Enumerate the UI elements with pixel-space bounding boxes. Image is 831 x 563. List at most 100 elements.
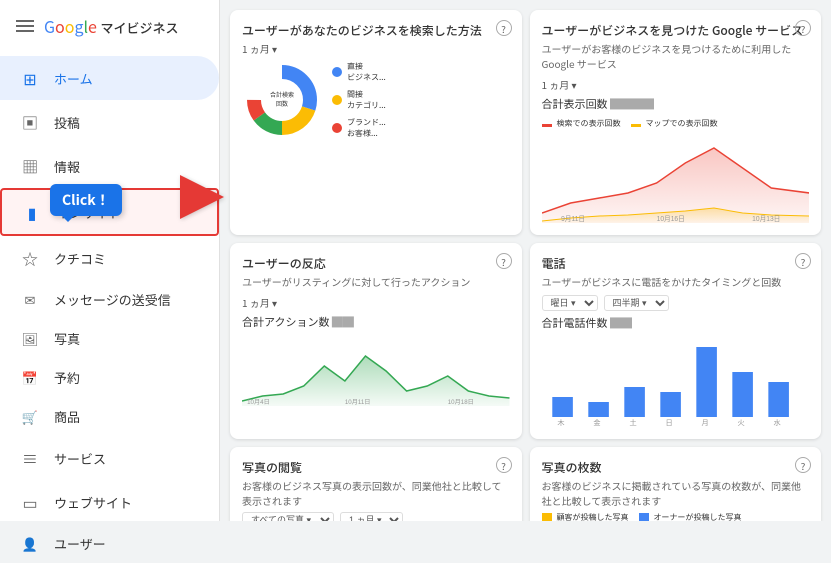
help-icon-photo-views[interactable]: ?: [496, 457, 512, 473]
card-phone: ? 電話 ユーザーがビジネスに電話をかけたタイミングと回数 曜日 ▾ 四半期 ▾…: [530, 243, 822, 439]
phone-filter-quarter[interactable]: 四半期 ▾: [604, 295, 669, 311]
legend-label-direct: 直接ビジネス...: [347, 61, 386, 83]
legend-owner-photo: オーナーが投稿した写真: [639, 512, 742, 521]
sidebar-item-label: 予約: [54, 368, 80, 387]
legend-color-direct: [332, 67, 342, 77]
svg-text:合計検索: 合計検索: [270, 91, 294, 99]
info-icon: ▦: [20, 154, 40, 178]
phone-filter-day[interactable]: 曜日 ▾: [542, 295, 598, 311]
website-icon: ▭: [20, 490, 40, 514]
google-services-subtitle: ユーザーがお客様のビジネスを見つけるために利用した Google サービス: [542, 41, 810, 71]
user-actions-period[interactable]: 1 ヵ月 ▾: [242, 295, 510, 310]
svg-text:回数: 回数: [276, 100, 288, 108]
legend-map-display: マップでの表示回数: [631, 118, 718, 129]
google-services-value: ████: [610, 96, 654, 112]
sidebar-item-label: 情報: [54, 157, 80, 176]
svg-text:金: 金: [593, 418, 600, 427]
user-actions-total: 合計アクション数 ██: [242, 314, 510, 330]
photo-category-filter[interactable]: すべての写真 ▾: [242, 512, 334, 521]
card-photo-count: ? 写真の枚数 お客様のビジネスに掲載されている写真の枚数が、同業他社と比較して…: [530, 447, 822, 521]
sidebar-item-label: メッセージの送受信: [54, 290, 171, 309]
photo-views-filters: すべての写真 ▾ 1 ヵ月 ▾: [242, 512, 510, 521]
sidebar-item-label: ウェブサイト: [54, 493, 132, 512]
sidebar-item-label: 商品: [54, 407, 80, 426]
phone-total: 合計電話件数 ██: [542, 315, 810, 331]
hamburger-icon[interactable]: [16, 20, 34, 32]
phone-filters: 曜日 ▾ 四半期 ▾: [542, 295, 810, 311]
donut-chart: 合計検索 回数: [242, 60, 322, 140]
sidebar-item-services[interactable]: ≡ サービス: [0, 436, 219, 480]
google-services-period[interactable]: 1 ヵ月 ▾: [542, 77, 810, 92]
click-bubble: Click！: [50, 184, 122, 216]
svg-text:土: 土: [629, 418, 636, 427]
services-icon: ≡: [20, 446, 40, 470]
svg-text:10月16日: 10月16日: [656, 215, 684, 223]
legend-label-brand: ブランド...お客様...: [347, 117, 386, 139]
svg-text:木: 木: [557, 418, 564, 427]
card-search-methods: ? ユーザーがあなたのビジネスを検索した方法 1 ヵ月 ▾ 合計検索 回数: [230, 10, 522, 235]
legend-color-indirect: [332, 95, 342, 105]
svg-text:10月13日: 10月13日: [752, 215, 780, 223]
sidebar-item-label: サービス: [54, 449, 106, 468]
sidebar: Google マイビジネス ⊞ ホーム ▣ 投稿 ▦ 情報 ▮ インサイト Cl…: [0, 0, 220, 521]
sidebar-item-photos[interactable]: 🖼 写真: [0, 319, 219, 358]
card-user-actions: ? ユーザーの反応 ユーザーがリスティングに対して行ったアクション 1 ヵ月 ▾…: [230, 243, 522, 439]
legend-customer-photo: 顧客が投稿した写真: [542, 512, 629, 521]
arrow-indicator: [180, 175, 224, 219]
svg-text:10月4日: 10月4日: [247, 399, 270, 406]
products-icon: 🛒: [20, 407, 40, 426]
help-icon-google-services[interactable]: ?: [795, 20, 811, 36]
card-photo-views: ? 写真の閲覧 お客様のビジネス写真の表示回数が、同業他社と比較して表示されます…: [230, 447, 522, 521]
search-methods-body: 合計検索 回数 直接ビジネス... 間接カテゴリ... ブランド...お客様..…: [242, 60, 510, 140]
sidebar-item-products[interactable]: 🛒 商品: [0, 397, 219, 436]
sidebar-item-users[interactable]: 👤 ユーザー: [0, 524, 219, 563]
sidebar-item-messages[interactable]: ✉ メッセージの送受信: [0, 280, 219, 319]
help-icon-user-actions[interactable]: ?: [496, 253, 512, 269]
user-actions-subtitle: ユーザーがリスティングに対して行ったアクション: [242, 274, 510, 289]
svg-text:火: 火: [737, 419, 744, 427]
phone-chart: 木 金 土 日 月 火 水: [542, 337, 810, 427]
sidebar-item-reviews[interactable]: ☆ クチコミ: [0, 236, 219, 280]
legend-indirect: 間接カテゴリ...: [332, 89, 386, 111]
search-methods-title: ユーザーがあなたのビジネスを検索した方法: [242, 22, 510, 39]
sidebar-item-booking[interactable]: 📅 予約: [0, 358, 219, 397]
sidebar-item-label: 投稿: [54, 113, 80, 132]
sidebar-header: Google マイビジネス: [0, 0, 219, 52]
photo-views-subtitle: お客様のビジネス写真の表示回数が、同業他社と比較して表示されます: [242, 478, 510, 508]
legend-search-display: 検索での表示回数: [542, 118, 621, 129]
svg-text:月: 月: [701, 419, 708, 427]
help-icon-search[interactable]: ?: [496, 20, 512, 36]
posts-icon: ▣: [20, 110, 40, 134]
phone-title: 電話: [542, 255, 810, 272]
sidebar-item-home[interactable]: ⊞ ホーム: [0, 56, 219, 100]
svg-text:日: 日: [665, 419, 672, 427]
photo-count-subtitle: お客様のビジネスに掲載されている写真の枚数が、同業他社と比較して表示されます: [542, 478, 810, 508]
phone-subtitle: ユーザーがビジネスに電話をかけたタイミングと回数: [542, 274, 810, 289]
photos-icon: 🖼: [20, 329, 40, 348]
legend-label-indirect: 間接カテゴリ...: [347, 89, 386, 111]
search-methods-period[interactable]: 1 ヵ月 ▾: [242, 41, 510, 56]
google-services-title: ユーザーがビジネスを見つけた Google サービス: [542, 22, 810, 39]
photo-count-title: 写真の枚数: [542, 459, 810, 476]
sidebar-item-label: 写真: [54, 329, 80, 348]
svg-text:水: 水: [773, 418, 780, 427]
search-legend: 直接ビジネス... 間接カテゴリ... ブランド...お客様...: [332, 61, 386, 139]
reviews-icon: ☆: [20, 246, 40, 270]
legend-color-search: [542, 124, 552, 127]
sidebar-item-posts[interactable]: ▣ 投稿: [0, 100, 219, 144]
legend-brand: ブランド...お客様...: [332, 117, 386, 139]
photo-views-title: 写真の閲覧: [242, 459, 510, 476]
messages-icon: ✉: [20, 290, 40, 309]
help-icon-phone[interactable]: ?: [795, 253, 811, 269]
legend-color-customer-photo: [542, 513, 552, 522]
home-icon: ⊞: [20, 66, 40, 90]
user-actions-title: ユーザーの反応: [242, 255, 510, 272]
legend-direct: 直接ビジネス...: [332, 61, 386, 83]
sidebar-item-website[interactable]: ▭ ウェブサイト: [0, 480, 219, 524]
booking-icon: 📅: [20, 368, 40, 387]
card-google-services: ? ユーザーがビジネスを見つけた Google サービス ユーザーがお客様のビジ…: [530, 10, 822, 235]
help-icon-photo-count[interactable]: ?: [795, 457, 811, 473]
sidebar-nav: ⊞ ホーム ▣ 投稿 ▦ 情報 ▮ インサイト Click！ ☆ クチコミ ✉ …: [0, 56, 219, 563]
photo-period-filter[interactable]: 1 ヵ月 ▾: [340, 512, 403, 521]
legend-color-brand: [332, 123, 342, 133]
